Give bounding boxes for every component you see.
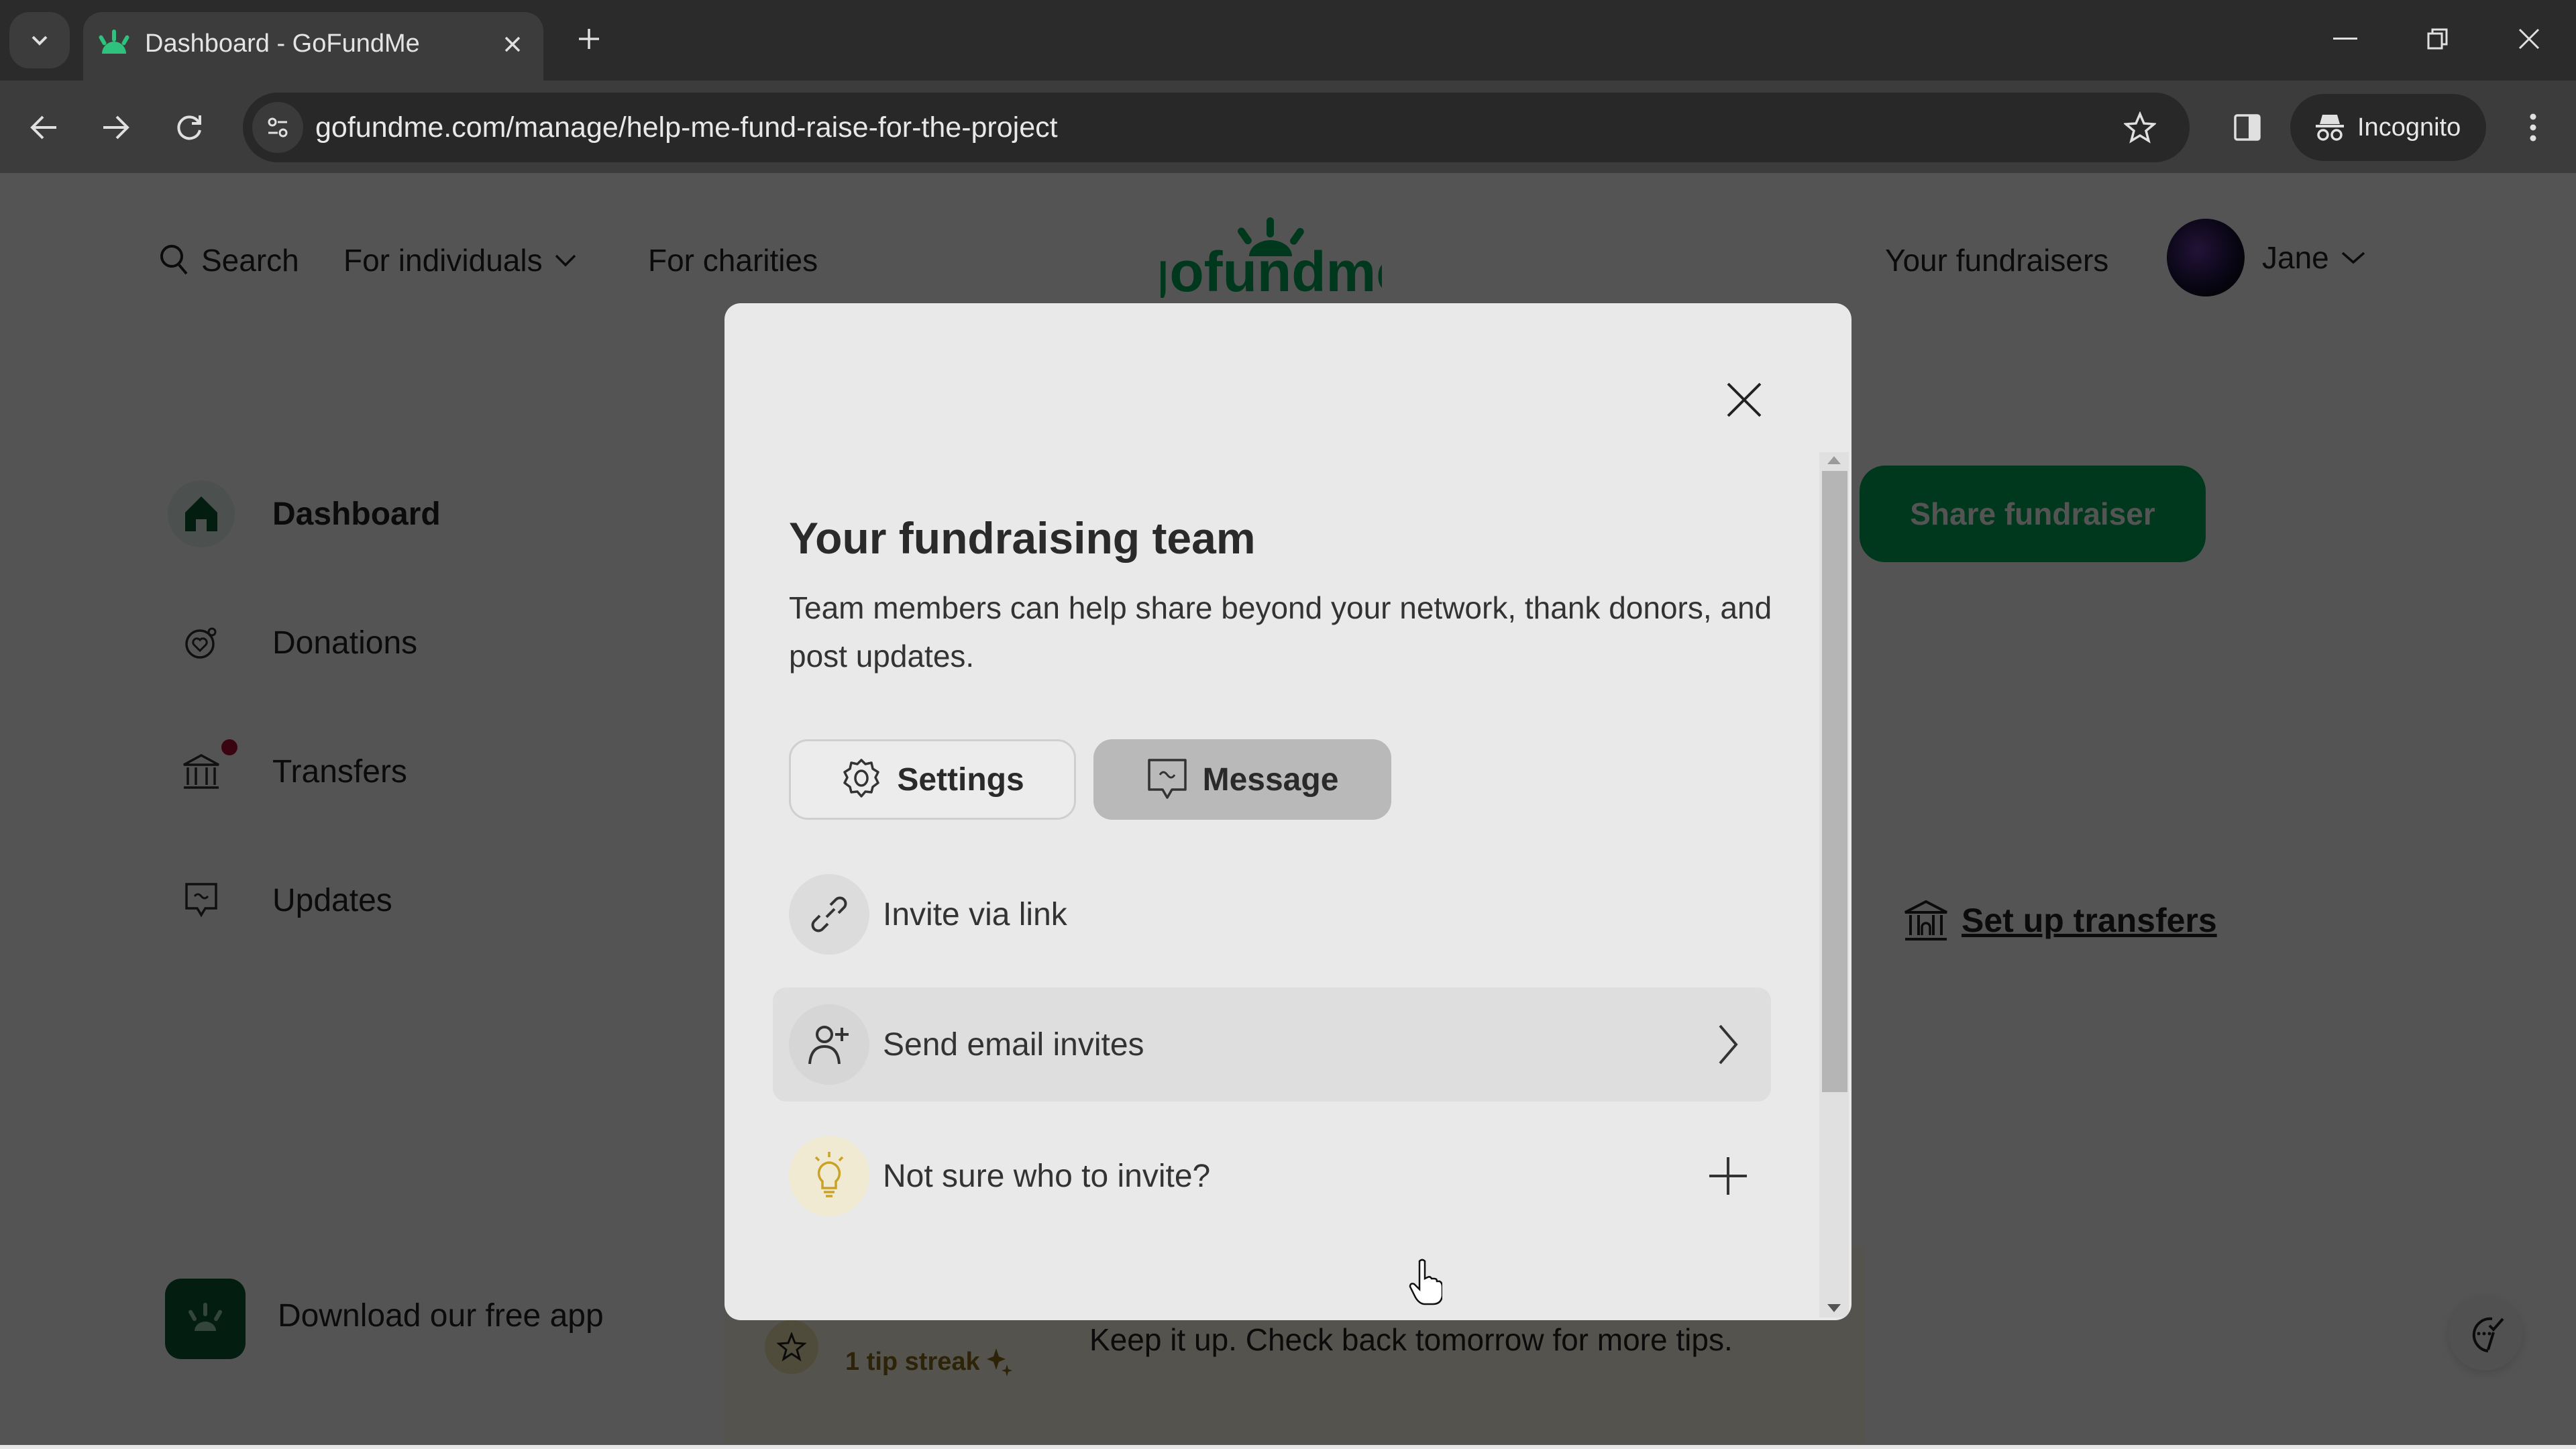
arrow-left-icon (30, 115, 56, 140)
browser-tab-strip: Dashboard - GoFundMe (0, 0, 2576, 80)
minimize-button[interactable] (2318, 17, 2372, 60)
side-panel-icon (2234, 114, 2261, 141)
message-label: Message (1202, 761, 1339, 798)
modal-close-button[interactable] (1711, 366, 1778, 433)
settings-label: Settings (897, 761, 1024, 798)
tab-title: Dashboard - GoFundMe (145, 30, 420, 58)
modal-title: Your fundraising team (789, 513, 1256, 563)
more-vertical-icon (2530, 113, 2536, 142)
incognito-label: Incognito (2357, 113, 2461, 142)
row-label: Invite via link (883, 896, 1067, 932)
add-person-icon (789, 1004, 869, 1085)
scrollbar-thumb[interactable] (1822, 471, 1847, 1092)
site-info-button[interactable] (252, 102, 303, 153)
row-label: Send email invites (883, 1026, 1144, 1063)
url-text[interactable]: gofundme.com/manage/help-me-fund-raise-f… (315, 93, 1058, 162)
close-icon (1727, 382, 1762, 417)
reload-icon (177, 115, 201, 140)
message-team-button[interactable]: Message (1093, 739, 1391, 820)
not-sure-who-to-invite-row[interactable]: Not sure who to invite? (773, 1119, 1771, 1233)
invite-via-link-row[interactable]: Invite via link (773, 857, 1771, 971)
row-label: Not sure who to invite? (883, 1158, 1211, 1194)
plus-icon (579, 29, 599, 49)
modal-description: Team members can help share beyond your … (789, 590, 1772, 674)
tune-icon (268, 117, 288, 138)
lightbulb-icon (789, 1136, 869, 1216)
page-horizontal-scrollbar[interactable] (0, 1445, 2576, 1449)
close-icon (504, 36, 521, 52)
new-tab-button[interactable] (570, 20, 608, 58)
hand-cursor-icon (1409, 1258, 1442, 1305)
send-email-invites-row[interactable]: Send email invites (773, 987, 1771, 1102)
gear-icon (843, 759, 880, 798)
link-icon (789, 874, 869, 955)
gofundme-favicon-icon (99, 30, 129, 54)
page-viewport: Search For individuals For charities gof… (0, 173, 2576, 1449)
address-bar[interactable]: gofundme.com/manage/help-me-fund-raise-f… (243, 93, 2190, 162)
restore-icon (2427, 28, 2448, 50)
tab-close-button[interactable] (494, 25, 531, 63)
incognito-profile-button[interactable]: Incognito (2290, 94, 2486, 161)
forward-button[interactable] (89, 101, 142, 154)
fundraising-team-modal: Your fundraising team Team members can h… (724, 303, 1851, 1320)
close-window-button[interactable] (2502, 17, 2556, 60)
incognito-icon (2316, 115, 2344, 141)
back-button[interactable] (17, 101, 71, 154)
scroll-up-arrow-icon[interactable] (1827, 456, 1841, 464)
team-settings-button[interactable]: Settings (789, 739, 1076, 820)
browser-toolbar: gofundme.com/manage/help-me-fund-raise-f… (0, 80, 2576, 173)
tab-search-button[interactable] (9, 12, 70, 68)
star-icon (2124, 111, 2156, 144)
chevron-right-icon (1701, 1018, 1755, 1071)
restore-button[interactable] (2411, 17, 2465, 60)
close-icon (2518, 28, 2540, 50)
reload-button[interactable] (162, 101, 216, 154)
chevron-down-icon (32, 36, 48, 46)
browser-tab-active[interactable]: Dashboard - GoFundMe (83, 12, 543, 80)
browser-menu-button[interactable] (2506, 101, 2560, 154)
modal-scrollbar[interactable] (1819, 452, 1849, 1318)
side-panel-button[interactable] (2220, 101, 2274, 154)
message-icon (1147, 759, 1187, 799)
scroll-down-arrow-icon[interactable] (1827, 1304, 1841, 1312)
minimize-icon (2333, 38, 2357, 40)
plus-icon (1701, 1149, 1755, 1203)
arrow-right-icon (103, 115, 129, 140)
bookmark-button[interactable] (2120, 107, 2160, 148)
